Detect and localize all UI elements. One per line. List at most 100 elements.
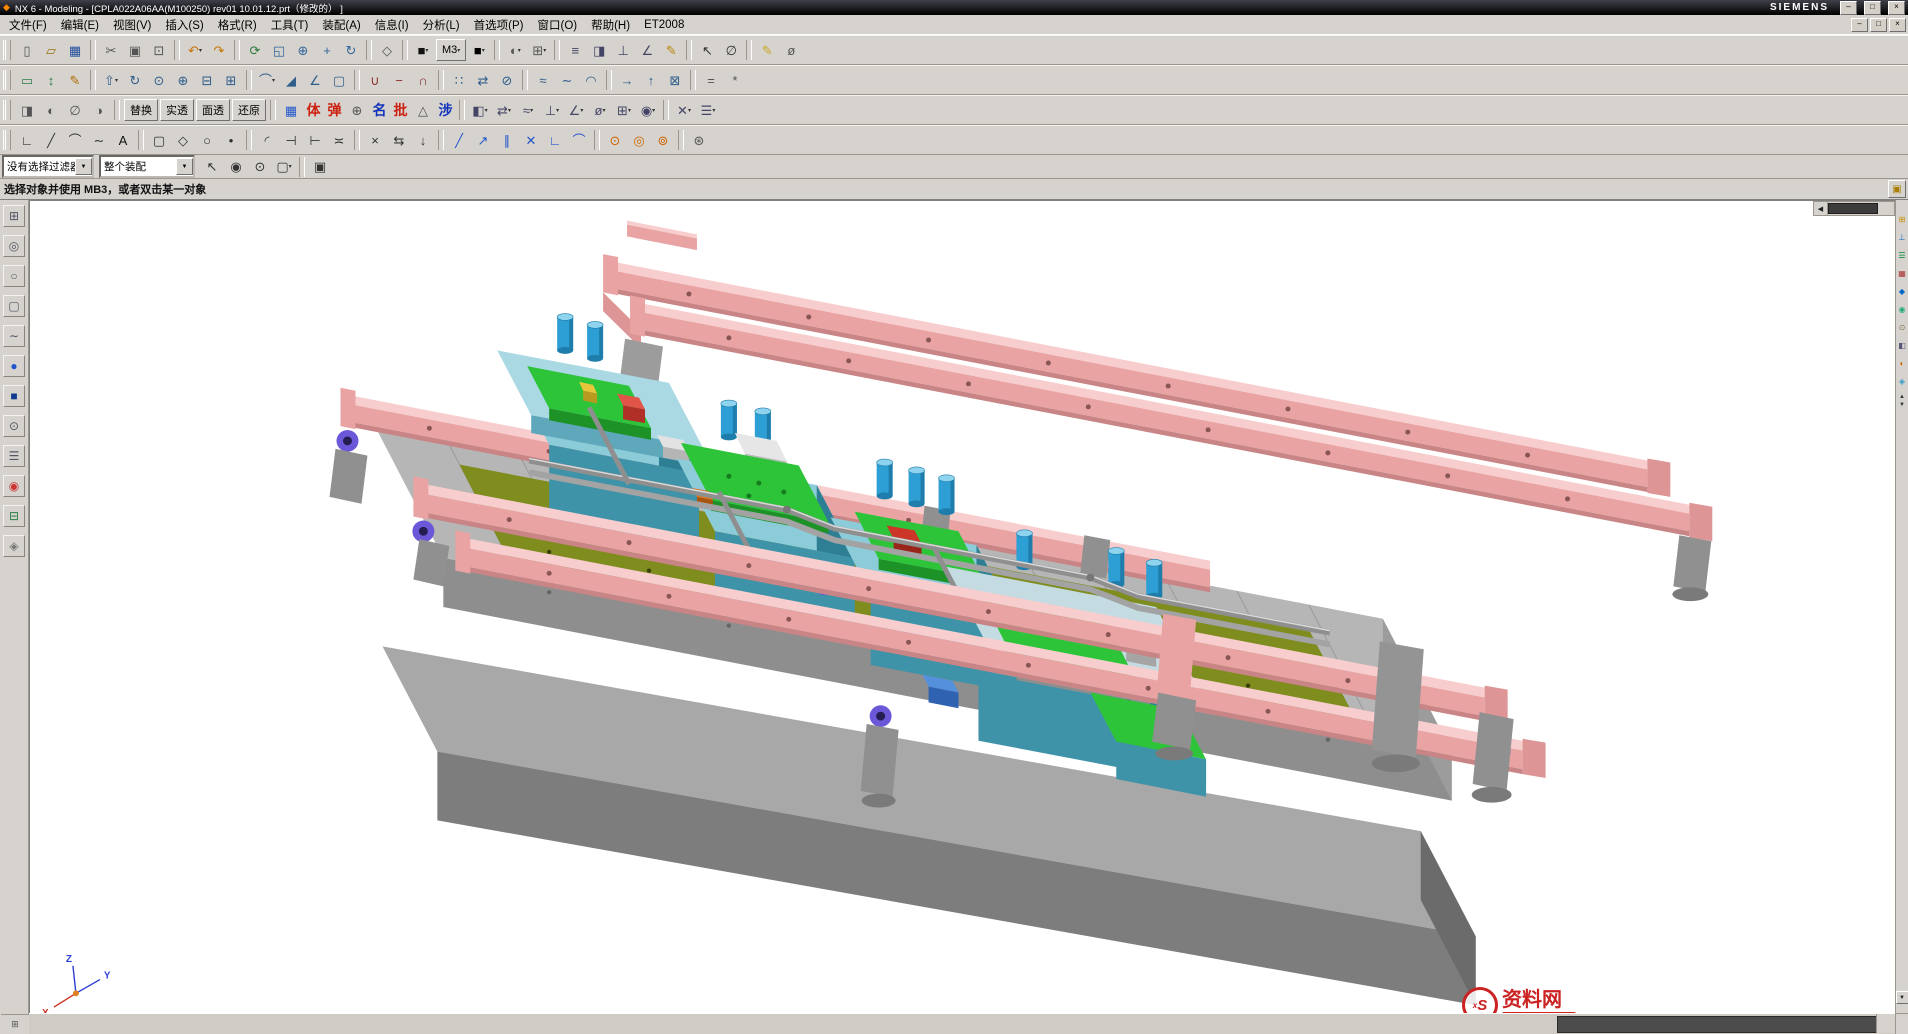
scroll-left-icon[interactable]: ◀ xyxy=(1814,202,1828,215)
swept-icon[interactable]: ∼ xyxy=(555,68,579,92)
graphics-viewport[interactable]: Z Y X ◀ x S xyxy=(29,200,1895,1013)
navy-swatch-icon[interactable]: ■ xyxy=(3,385,25,407)
body-macro-button[interactable]: 体 xyxy=(303,100,324,121)
menu-preferences[interactable]: 首选项(P) xyxy=(467,15,531,35)
annotation-icon[interactable]: ✎ xyxy=(659,38,683,62)
layer-stack-icon[interactable]: ⊟ xyxy=(3,505,25,527)
menu-format[interactable]: 格式(R) xyxy=(211,15,264,35)
tangent-icon[interactable]: ⌒ xyxy=(567,128,591,152)
subtract-icon[interactable]: − xyxy=(387,68,411,92)
edge-blend-icon[interactable]: ⌒▾ xyxy=(255,68,279,92)
shaded-display-icon[interactable]: ■▾ xyxy=(411,38,435,62)
line2-icon[interactable]: ╱ xyxy=(447,128,471,152)
quick-trim-icon[interactable]: × xyxy=(363,128,387,152)
copy-icon[interactable]: ▣ xyxy=(123,38,147,62)
maximize-button[interactable]: □ xyxy=(1864,1,1881,15)
offset-face-icon[interactable]: ↑ xyxy=(639,68,663,92)
target-icon[interactable]: ⊕ xyxy=(345,98,369,122)
highlight-icon[interactable]: ◉ xyxy=(224,155,248,179)
pocket-icon[interactable]: ⊟ xyxy=(195,68,219,92)
render-style-m3-button[interactable]: M3▾ xyxy=(436,39,466,61)
text-icon[interactable]: A xyxy=(111,128,135,152)
gas-spring[interactable] xyxy=(877,459,893,499)
gas-spring[interactable] xyxy=(939,475,955,515)
project-curve-icon[interactable]: ↓ xyxy=(411,128,435,152)
splitter-up-icon[interactable]: ▲ xyxy=(1899,394,1905,400)
balloon-icon[interactable]: ◉▾ xyxy=(636,98,660,122)
rectangle-icon[interactable]: ▢ xyxy=(147,128,171,152)
tube-icon[interactable]: ◠ xyxy=(579,68,603,92)
datum-display-icon[interactable]: ≡ xyxy=(563,38,587,62)
menu-information[interactable]: 信息(I) xyxy=(368,15,416,35)
pad-icon[interactable]: ⊞ xyxy=(219,68,243,92)
grid2-icon[interactable]: ⊞▾ xyxy=(612,98,636,122)
revolve-icon[interactable]: ↻ xyxy=(123,68,147,92)
perspective-icon[interactable]: ◇ xyxy=(375,38,399,62)
gas-spring[interactable] xyxy=(721,400,737,440)
extend-icon[interactable]: ⊢ xyxy=(303,128,327,152)
section-view-icon[interactable]: ◨ xyxy=(587,38,611,62)
gas-spring[interactable] xyxy=(909,467,925,507)
snap-toggle-icon[interactable]: ▣ xyxy=(308,155,332,179)
roles-icon[interactable]: ◐ xyxy=(1897,358,1908,369)
diameter-icon[interactable]: ø xyxy=(779,38,803,62)
view-pad-icon[interactable]: ⊞ xyxy=(3,205,25,227)
menu-assemblies[interactable]: 装配(A) xyxy=(315,15,367,35)
selection-filter-dropdown[interactable]: 没有选择过滤器 ▼ xyxy=(2,155,94,178)
wave-link-icon[interactable]: ≈▾ xyxy=(516,98,540,122)
chamfer-icon[interactable]: ◢ xyxy=(279,68,303,92)
edit-display-icon[interactable]: ◧▾ xyxy=(468,98,492,122)
pick-filter-icon[interactable]: ◎ xyxy=(3,235,25,257)
web-browser-icon[interactable]: ◉ xyxy=(1897,304,1908,315)
extrude-icon[interactable]: ⇧▾ xyxy=(99,68,123,92)
splitter-down-icon[interactable]: ▼ xyxy=(1899,402,1905,408)
blue-marker-icon[interactable]: ● xyxy=(3,355,25,377)
line-icon[interactable]: ╱ xyxy=(39,128,63,152)
show-icon[interactable]: ◐ xyxy=(39,98,63,122)
pan-icon[interactable]: + xyxy=(315,38,339,62)
roller-ring[interactable] xyxy=(870,705,892,727)
restore-button[interactable]: 还原 xyxy=(232,99,266,121)
roller-ring[interactable] xyxy=(412,520,434,542)
gas-spring[interactable] xyxy=(557,314,573,354)
cad-model-svg[interactable]: Z Y X xyxy=(30,201,1895,1013)
assembly-navigator-icon[interactable]: ⊞ xyxy=(1897,214,1908,225)
delete-face-icon[interactable]: ⊠ xyxy=(663,68,687,92)
prompt-bar-button[interactable]: ▣ xyxy=(1888,180,1906,198)
circle-select-icon[interactable]: ○ xyxy=(3,265,25,287)
selection-scope-dropdown[interactable]: 整个装配 ▼ xyxy=(99,155,195,178)
new-part-icon[interactable]: ▯ xyxy=(15,38,39,62)
menu-analysis[interactable]: 分析(L) xyxy=(416,15,467,35)
cut-icon[interactable]: ✂ xyxy=(99,38,123,62)
profile-icon[interactable]: ∟ xyxy=(15,128,39,152)
gas-spring[interactable] xyxy=(1146,559,1162,599)
menu-file[interactable]: 文件(F) xyxy=(2,15,54,35)
resource-bar-splitter[interactable]: ▲ ▼ xyxy=(1899,394,1905,408)
document-list-icon[interactable]: ☰ xyxy=(3,445,25,467)
trim-icon[interactable]: ⊣ xyxy=(279,128,303,152)
boss-icon[interactable]: ⊕ xyxy=(171,68,195,92)
history-clock-icon[interactable]: ⊙ xyxy=(3,415,25,437)
history-palette-icon[interactable]: ⊙ xyxy=(1897,322,1908,333)
parallel-icon[interactable]: ∥ xyxy=(495,128,519,152)
invert-shown-icon[interactable]: ◑ xyxy=(87,98,111,122)
polygon-icon[interactable]: ◇ xyxy=(171,128,195,152)
arc-icon[interactable]: ⌒ xyxy=(63,128,87,152)
wcs-display-icon[interactable]: ⊥ xyxy=(611,38,635,62)
horizontal-scrollbar-thumb[interactable] xyxy=(1557,1016,1895,1033)
dropdown-arrow-icon[interactable]: ▼ xyxy=(75,158,92,175)
scene-navigator-icon[interactable]: ◈ xyxy=(1897,376,1908,387)
datum-axis-icon[interactable]: ↕ xyxy=(39,68,63,92)
move-face-icon[interactable]: → xyxy=(615,68,639,92)
minimize-button[interactable]: – xyxy=(1840,1,1857,15)
perpendicular-icon[interactable]: ∟ xyxy=(543,128,567,152)
sync-icon[interactable]: ⇄▾ xyxy=(492,98,516,122)
roller-ring[interactable] xyxy=(337,430,359,452)
solid-translucent-button[interactable]: 实透 xyxy=(160,99,194,121)
misc-tool-icon[interactable]: ◈ xyxy=(3,535,25,557)
horizontal-scrollbar[interactable]: ⊞ xyxy=(29,1013,1895,1034)
gas-spring[interactable] xyxy=(587,321,603,361)
snap-icon[interactable]: ⊛ xyxy=(687,128,711,152)
offset-curve-icon[interactable]: ≍ xyxy=(327,128,351,152)
circle-double-icon[interactable]: ◎ xyxy=(627,128,651,152)
